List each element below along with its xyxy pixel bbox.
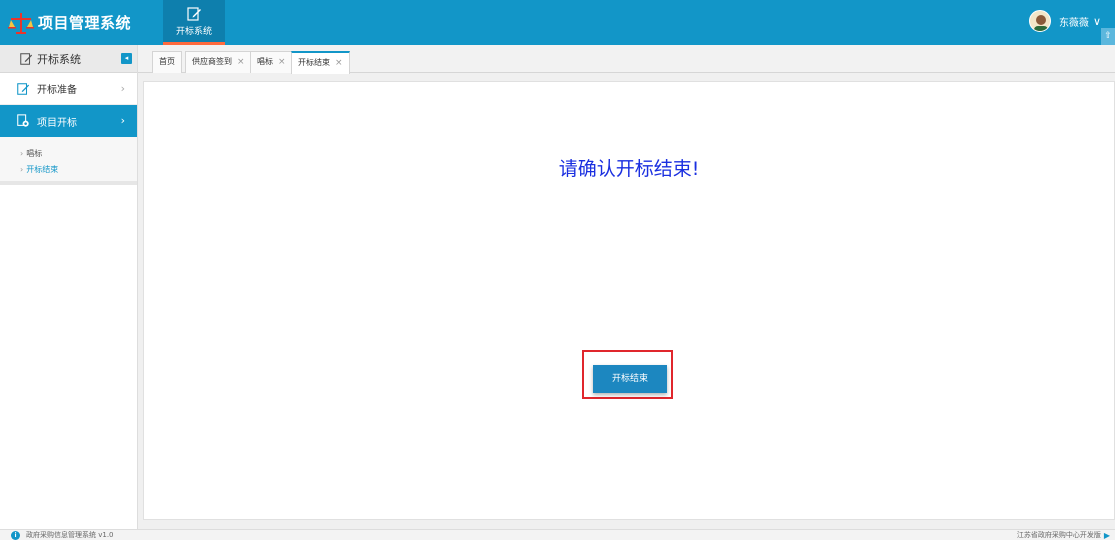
play-arrow-icon[interactable]: ▶ (1104, 531, 1110, 540)
subitem-label: 开标结束 (26, 164, 59, 174)
close-icon[interactable]: × (237, 57, 245, 67)
gavel-doc-icon (17, 114, 29, 127)
info-icon: i (11, 530, 20, 540)
sidebar-subitem-bid-reading[interactable]: › 唱标 (0, 145, 137, 161)
bullet-icon: › (20, 148, 24, 158)
tab-home[interactable]: 首页 (152, 51, 182, 73)
main-content: 请确认开标结束! 开标结束 (143, 81, 1115, 520)
edit-doc-icon (17, 82, 30, 95)
tab-label: 唱标 (257, 57, 273, 66)
sidebar-collapse-button[interactable]: ◂ (121, 53, 132, 64)
avatar (1028, 10, 1051, 32)
close-icon[interactable]: × (278, 57, 286, 67)
tab-supplier-signin[interactable]: 供应商签到 × (185, 51, 252, 73)
app-title: 项目管理系统 (38, 14, 132, 32)
sidebar-subitem-bid-end[interactable]: › 开标结束 (0, 161, 137, 177)
footer-left-text: 政府采购信息管理系统 v1.0 (26, 531, 114, 539)
chevron-right-icon: › (120, 114, 125, 127)
top-header: 项目管理系统 开标系统 东薇薇 ∨ ⇧ (0, 0, 1115, 45)
sidebar-header: 开标系统 ◂ (0, 45, 137, 73)
close-icon[interactable]: × (335, 58, 343, 68)
user-name: 东薇薇 (1058, 17, 1089, 29)
sidebar-item-label: 开标准备 (37, 85, 77, 96)
sidebar-item-label: 项目开标 (37, 117, 77, 129)
tab-bid-reading[interactable]: 唱标 × (250, 51, 293, 73)
app-logo: 项目管理系统 (0, 0, 150, 45)
edit-doc-icon (20, 52, 33, 65)
tab-label: 供应商签到 (192, 57, 232, 66)
footer-info: i 政府采购信息管理系统 v1.0 (11, 530, 114, 540)
module-tab-bid-opening[interactable]: 开标系统 (163, 0, 225, 45)
edit-doc-icon (187, 7, 201, 21)
tab-label: 开标结束 (298, 58, 330, 67)
footer-right: 江苏省政府采购中心开发版 ▶ (1017, 530, 1110, 540)
end-bid-opening-button[interactable]: 开标结束 (593, 365, 667, 393)
page-tabs-bar: 首页 供应商签到 × 唱标 × 开标结束 × (138, 45, 1115, 74)
status-footer: i 政府采购信息管理系统 v1.0 江苏省政府采购中心开发版 ▶ (0, 529, 1115, 540)
chevron-right-icon: › (120, 82, 125, 95)
sidebar-item-bid-preparation[interactable]: 开标准备 › (0, 73, 137, 105)
module-tab-label: 开标系统 (175, 27, 212, 37)
tab-label: 首页 (159, 57, 175, 66)
tab-bid-end[interactable]: 开标结束 × (291, 51, 350, 74)
bullet-icon: › (20, 164, 24, 174)
sidebar-item-project-opening[interactable]: 项目开标 › (0, 105, 137, 137)
sidebar: 开标系统 ◂ 开标准备 › 项目开标 › › 唱标 › 开标结束 (0, 45, 138, 530)
footer-right-text: 江苏省政府采购中心开发版 (1016, 531, 1101, 539)
chevron-down-icon: ∨ (1092, 14, 1101, 28)
user-avatar-icon (1033, 15, 1048, 31)
sidebar-title: 开标系统 (37, 52, 81, 66)
sidebar-submenu: › 唱标 › 开标结束 (0, 137, 137, 181)
top-corner-icon[interactable]: ⇧ (1101, 28, 1115, 45)
confirm-message: 请确认开标结束! (558, 158, 700, 180)
user-menu[interactable]: 东薇薇 ∨ (1028, 10, 1101, 32)
subitem-label: 唱标 (26, 148, 43, 158)
scales-logo-icon (8, 12, 34, 34)
submenu-divider (0, 181, 137, 185)
